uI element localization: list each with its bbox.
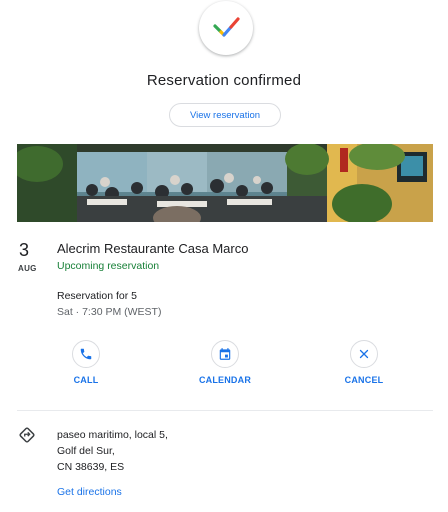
checkmark-icon bbox=[213, 17, 240, 37]
calendar-button[interactable]: CALENDAR bbox=[185, 340, 265, 385]
address-line1: paseo maritimo, local 5, bbox=[57, 429, 168, 441]
restaurant-photo bbox=[17, 144, 433, 222]
page-title: Reservation confirmed bbox=[146, 72, 302, 89]
cancel-button[interactable]: CANCEL bbox=[324, 340, 404, 385]
phone-icon bbox=[80, 348, 92, 360]
section-divider bbox=[17, 410, 433, 411]
get-directions-link[interactable]: Get directions bbox=[57, 486, 122, 498]
party-size: Reservation for 5 bbox=[57, 290, 137, 302]
reservation-month: AUG bbox=[18, 264, 37, 273]
address-line2: Golf del Sur, bbox=[57, 445, 115, 457]
view-reservation-button[interactable]: View reservation bbox=[169, 103, 281, 127]
calendar-icon-circle[interactable] bbox=[211, 340, 239, 368]
calendar-icon bbox=[219, 348, 231, 360]
restaurant-name: Alecrim Restaurante Casa Marco bbox=[57, 241, 249, 256]
address-line3: CN 38639, ES bbox=[57, 461, 125, 473]
confirmation-badge bbox=[199, 1, 253, 55]
restaurant-address: paseo maritimo, local 5, Golf del Sur, C… bbox=[57, 427, 168, 475]
directions-icon bbox=[19, 427, 35, 443]
cancel-icon-circle[interactable] bbox=[350, 340, 378, 368]
reservation-time: Sat · 7:30 PM (WEST) bbox=[57, 306, 162, 318]
call-button[interactable]: CALL bbox=[46, 340, 126, 385]
reservation-status: Upcoming reservation bbox=[57, 260, 160, 272]
reservation-day: 3 bbox=[19, 240, 30, 260]
calendar-label: CALENDAR bbox=[198, 375, 252, 385]
call-icon-circle[interactable] bbox=[72, 340, 100, 368]
close-icon bbox=[359, 349, 369, 359]
cancel-label: CANCEL bbox=[344, 375, 384, 385]
reservation-confirmation-page: Reservation confirmed View reservation 3… bbox=[0, 0, 448, 512]
call-label: CALL bbox=[73, 375, 99, 385]
